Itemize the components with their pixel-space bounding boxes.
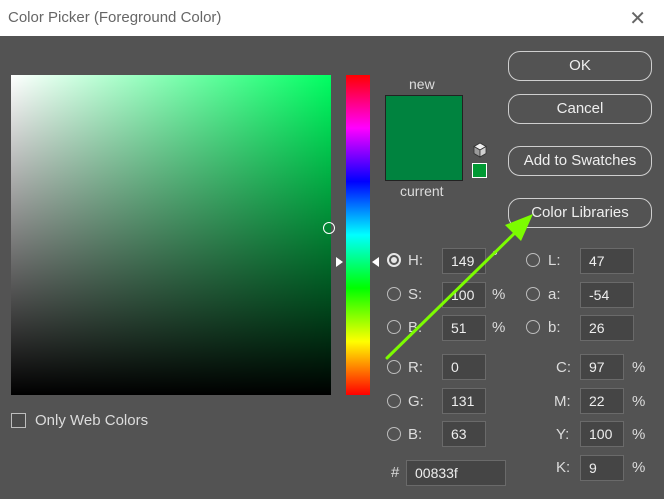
hue-slider[interactable]	[346, 75, 370, 395]
brightness-label: B:	[408, 319, 423, 336]
blue-label: B:	[408, 426, 423, 443]
magenta-unit: %	[632, 393, 646, 410]
a-channel-label: a:	[548, 286, 561, 303]
b-channel-field[interactable]: 26	[580, 315, 634, 341]
lightness-label: L:	[548, 252, 561, 269]
b-channel-label: b:	[548, 319, 561, 336]
cyan-unit: %	[632, 359, 646, 376]
close-icon[interactable]: ✕	[629, 6, 646, 31]
cyan-field[interactable]: 97	[580, 354, 624, 380]
black-field[interactable]: 9	[580, 455, 624, 481]
hue-label: H:	[408, 252, 423, 269]
out-of-gamut-cube-icon[interactable]	[472, 142, 488, 158]
cyan-label: C:	[556, 359, 571, 376]
brightness-field[interactable]: 51	[442, 315, 486, 341]
radio-blue[interactable]	[387, 427, 401, 441]
hex-field[interactable]: 00833f	[406, 460, 506, 486]
yellow-field[interactable]: 100	[580, 421, 624, 447]
brightness-unit: %	[492, 319, 506, 336]
new-color-swatch	[385, 95, 463, 139]
black-unit: %	[632, 459, 646, 476]
a-channel-field[interactable]: -54	[580, 282, 634, 308]
current-color-label: current	[400, 183, 444, 199]
black-label: K:	[556, 459, 571, 476]
saturation-brightness-field[interactable]	[11, 75, 331, 395]
saturation-label: S:	[408, 286, 423, 303]
ok-button[interactable]: OK	[508, 51, 652, 81]
current-color-swatch[interactable]	[385, 138, 463, 181]
radio-h[interactable]	[387, 253, 401, 267]
magenta-field[interactable]: 22	[580, 388, 624, 414]
radio-lab-b[interactable]	[526, 320, 540, 334]
green-field[interactable]: 131	[442, 388, 486, 414]
magenta-label: M:	[554, 393, 571, 410]
radio-l[interactable]	[526, 253, 540, 267]
saturation-unit: %	[492, 286, 506, 303]
radio-a[interactable]	[526, 287, 540, 301]
radio-r[interactable]	[387, 360, 401, 374]
only-web-colors-label: Only Web Colors	[35, 412, 149, 429]
hue-slider-right-arrow-icon[interactable]	[372, 257, 379, 267]
add-to-swatches-button[interactable]: Add to Swatches	[508, 146, 652, 176]
web-safe-color-swatch[interactable]	[472, 163, 487, 178]
window-title: Color Picker (Foreground Color)	[8, 9, 222, 26]
only-web-colors-checkbox[interactable]	[11, 413, 26, 428]
title-bar: Color Picker (Foreground Color) ✕	[0, 0, 664, 36]
yellow-unit: %	[632, 426, 646, 443]
red-field[interactable]: 0	[442, 354, 486, 380]
color-libraries-button[interactable]: Color Libraries	[508, 198, 652, 228]
green-label: G:	[408, 393, 424, 410]
hue-slider-left-arrow-icon[interactable]	[336, 257, 343, 267]
hue-field[interactable]: 149	[442, 248, 486, 274]
radio-g[interactable]	[387, 394, 401, 408]
radio-b[interactable]	[387, 320, 401, 334]
hex-label: #	[391, 464, 400, 481]
new-color-label: new	[409, 76, 435, 92]
hue-unit: °	[492, 248, 498, 265]
saturation-field[interactable]: 100	[442, 282, 486, 308]
radio-s[interactable]	[387, 287, 401, 301]
cancel-button[interactable]: Cancel	[508, 94, 652, 124]
yellow-label: Y:	[556, 426, 570, 443]
red-label: R:	[408, 359, 423, 376]
blue-field[interactable]: 63	[442, 421, 486, 447]
lightness-field[interactable]: 47	[580, 248, 634, 274]
color-field-marker[interactable]	[323, 222, 335, 234]
